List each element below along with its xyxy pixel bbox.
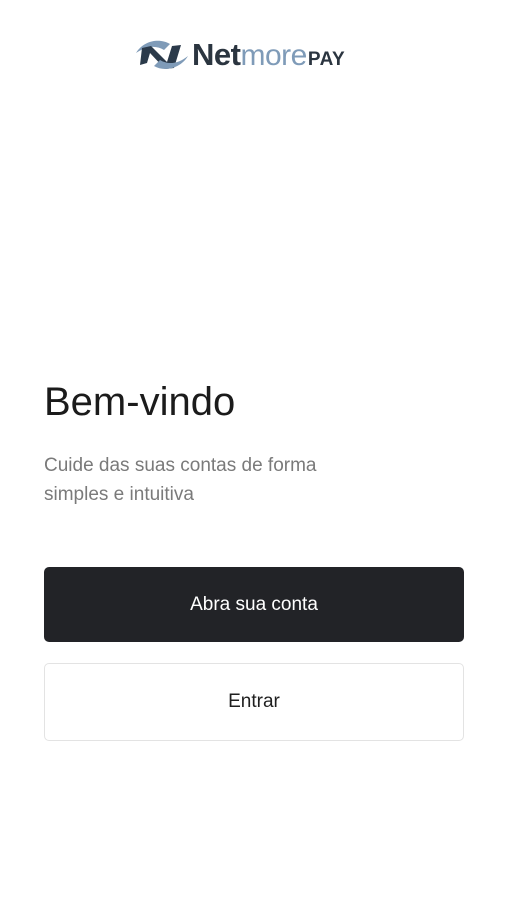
welcome-title: Bem-vindo — [44, 380, 236, 424]
logo-wordmark: Net more PAY — [192, 39, 345, 71]
logo-wordmark-net: Net — [192, 37, 241, 72]
login-button[interactable]: Entrar — [44, 663, 464, 741]
brand-logo: Net more PAY — [134, 36, 345, 74]
login-button-label: Entrar — [228, 691, 280, 712]
netmore-logo-icon — [136, 40, 188, 69]
logo-wordmark-pay: PAY — [307, 49, 346, 70]
welcome-subtitle: Cuide das suas contas de forma simples e… — [44, 455, 317, 505]
logo-wordmark-more: more — [240, 39, 307, 72]
open-account-button-label: Abra sua conta — [190, 593, 318, 615]
open-account-button[interactable]: Abra sua conta — [44, 567, 464, 642]
